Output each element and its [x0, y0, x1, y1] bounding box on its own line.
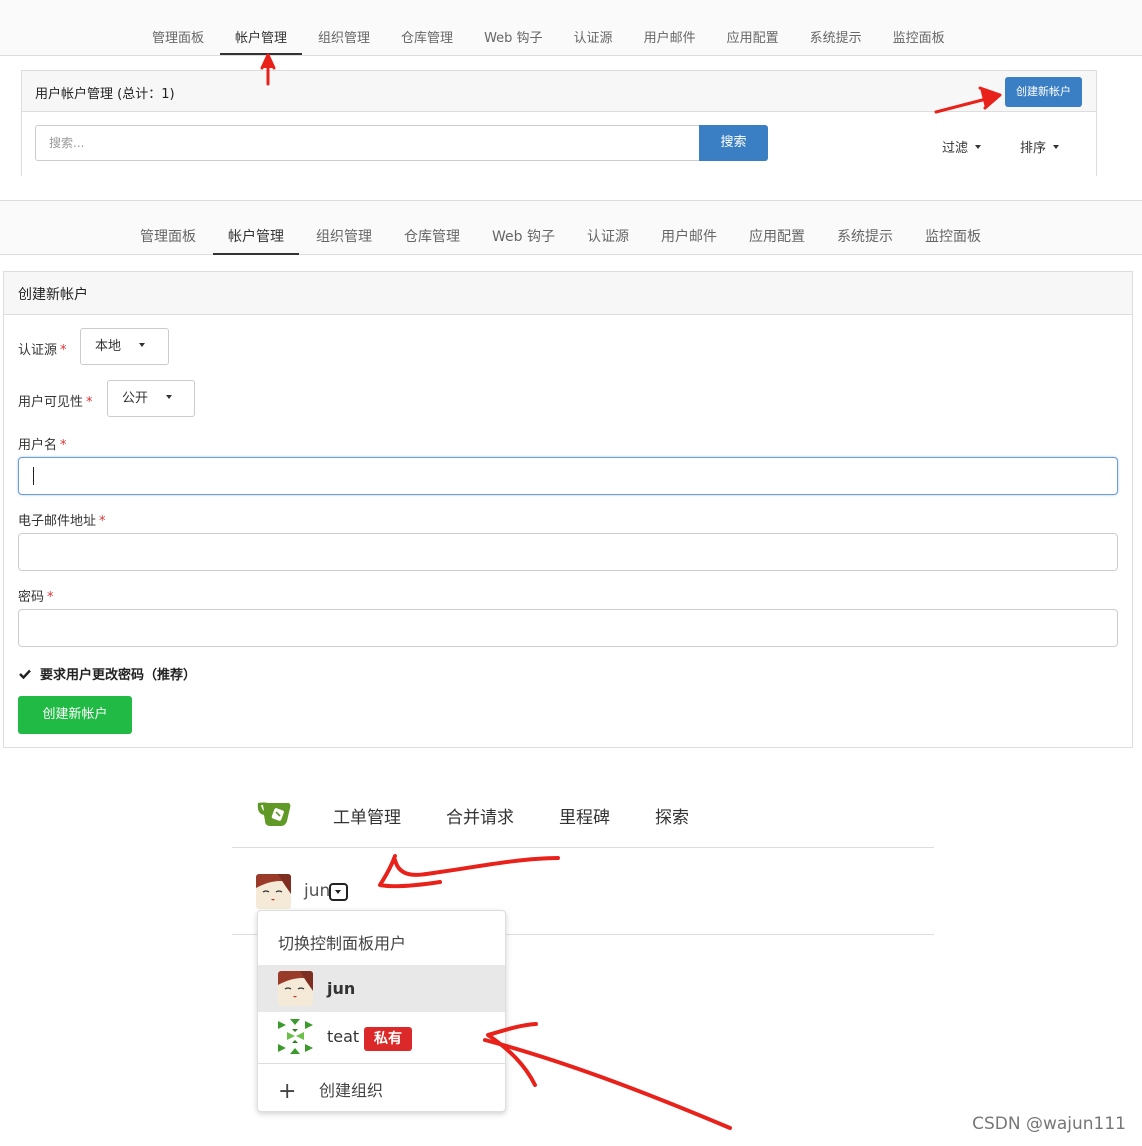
admin-nav-second: 管理面板 帐户管理 组织管理 仓库管理 Web 钩子 认证源 用户邮件 应用配置… — [0, 200, 1142, 255]
required-mark: * — [47, 590, 54, 605]
tab-dashboard[interactable]: 管理面板 — [152, 27, 204, 46]
visibility-label-text: 用户可见性 — [18, 395, 84, 410]
visibility-label: 用户可见性 * — [18, 391, 93, 410]
chevron-down-icon — [975, 145, 982, 149]
username-label: 用户名 * — [18, 434, 67, 453]
tab-accounts[interactable]: 帐户管理 — [213, 226, 299, 255]
must-change-password-label: 要求用户更改密码（推荐） — [40, 668, 197, 683]
watermark: CSDN @wajun111 — [972, 1114, 1126, 1134]
avatar-image — [278, 1019, 313, 1054]
checkmark-icon — [19, 669, 31, 680]
plus-icon: + — [278, 1079, 297, 1104]
avatar — [278, 1019, 313, 1054]
nav-issues[interactable]: 工单管理 — [333, 803, 401, 828]
annotation-scribble — [393, 856, 560, 877]
nav-explore[interactable]: 探索 — [655, 803, 689, 828]
avatar-image — [278, 971, 313, 1006]
annotation-scribble — [378, 854, 442, 889]
tab-webhooks[interactable]: Web 钩子 — [484, 27, 542, 46]
tab-app-config[interactable]: 应用配置 — [727, 27, 779, 46]
chevron-down-icon — [139, 343, 146, 347]
chevron-down-icon — [166, 395, 173, 399]
menu-item-user[interactable]: jun — [258, 965, 505, 1012]
email-label: 电子邮件地址 * — [18, 510, 106, 529]
account-list-panel: 用户帐户管理 (总计：1) 创建新帐户 搜索... 搜索 过滤 排序 — [21, 70, 1097, 176]
required-mark: * — [60, 343, 67, 358]
account-list-title: 用户帐户管理 (总计：1) — [35, 87, 175, 102]
menu-title: 切换控制面板用户 — [278, 934, 407, 953]
visibility-value: 公开 — [122, 391, 149, 406]
create-account-form: 创建新帐户 认证源 * 本地 用户可见性 * 公开 用户名 * 电子邮件地址 * 密码 *… — [3, 271, 1133, 748]
search-button[interactable]: 搜索 — [699, 125, 768, 161]
auth-source-label: 认证源 * — [18, 339, 67, 358]
auth-source-label-text: 认证源 — [18, 343, 58, 358]
submit-create-account-button[interactable]: 创建新帐户 — [18, 696, 132, 734]
private-badge: 私有 — [364, 1027, 412, 1051]
menu-divider — [258, 1063, 505, 1064]
tab-system-notices[interactable]: 系统提示 — [837, 226, 893, 246]
menu-item-org[interactable]: teat 私有 — [258, 1013, 505, 1060]
form-title: 创建新帐户 — [4, 272, 1132, 315]
password-label-text: 密码 — [18, 590, 45, 605]
required-mark: * — [99, 514, 106, 529]
tab-monitor[interactable]: 监控面板 — [925, 226, 981, 246]
tab-monitor[interactable]: 监控面板 — [893, 27, 945, 46]
admin-nav-top: 管理面板 帐户管理 组织管理 仓库管理 Web 钩子 认证源 用户邮件 应用配置… — [0, 0, 1142, 56]
sort-dropdown[interactable]: 排序 — [1020, 137, 1060, 156]
tab-user-emails[interactable]: 用户邮件 — [644, 27, 696, 46]
password-field[interactable] — [18, 609, 1118, 647]
annotation-arrowhead — [260, 53, 276, 70]
tab-auth-sources[interactable]: 认证源 — [587, 226, 629, 246]
gitea-logo-icon[interactable] — [256, 799, 294, 829]
sort-label: 排序 — [1020, 141, 1047, 156]
annotation-scribble — [483, 1038, 732, 1130]
must-change-password-checkbox[interactable]: 要求用户更改密码（推荐） — [18, 664, 196, 683]
text-cursor — [33, 467, 34, 485]
tab-organizations[interactable]: 组织管理 — [318, 27, 370, 46]
admin-tabs: 管理面板 帐户管理 组织管理 仓库管理 Web 钩子 认证源 用户邮件 应用配置… — [152, 27, 976, 55]
tab-organizations[interactable]: 组织管理 — [316, 226, 372, 246]
avatar — [278, 971, 313, 1006]
visibility-select[interactable]: 公开 — [107, 380, 195, 417]
email-label-text: 电子邮件地址 — [18, 514, 97, 529]
menu-item-name: jun — [327, 979, 356, 998]
tab-dashboard[interactable]: 管理面板 — [140, 226, 196, 246]
auth-source-value: 本地 — [95, 339, 122, 354]
tab-system-notices[interactable]: 系统提示 — [810, 27, 862, 46]
nav-milestones[interactable]: 里程碑 — [559, 803, 610, 828]
filter-label: 过滤 — [942, 141, 969, 156]
tab-app-config[interactable]: 应用配置 — [749, 226, 805, 246]
username-field[interactable] — [18, 457, 1118, 495]
menu-item-name: teat — [327, 1027, 360, 1046]
create-organization-item[interactable]: + 创建组织 — [278, 1077, 383, 1104]
create-organization-label: 创建组织 — [319, 1081, 384, 1100]
nav-pull-requests[interactable]: 合并请求 — [446, 803, 514, 828]
user-dropdown-caret-icon[interactable] — [329, 883, 348, 901]
context-switch-menu: 切换控制面板用户 jun teat 私有 + 创建组织 — [257, 910, 506, 1112]
email-field[interactable] — [18, 533, 1118, 571]
tab-accounts[interactable]: 帐户管理 — [220, 27, 303, 55]
tab-webhooks[interactable]: Web 钩子 — [492, 226, 555, 246]
avatar — [256, 874, 291, 909]
tab-user-emails[interactable]: 用户邮件 — [661, 226, 717, 246]
tab-repositories[interactable]: 仓库管理 — [404, 226, 460, 246]
password-label: 密码 * — [18, 586, 54, 605]
create-account-button[interactable]: 创建新帐户 — [1005, 77, 1082, 107]
required-mark: * — [60, 438, 67, 453]
search-input[interactable]: 搜索... — [35, 125, 700, 161]
main-nav: 工单管理 合并请求 里程碑 探索 — [333, 803, 734, 828]
chevron-down-icon — [1053, 145, 1060, 149]
admin-tabs: 管理面板 帐户管理 组织管理 仓库管理 Web 钩子 认证源 用户邮件 应用配置… — [140, 226, 1013, 255]
filter-dropdown[interactable]: 过滤 — [942, 137, 982, 156]
auth-source-select[interactable]: 本地 — [80, 328, 169, 365]
divider — [232, 847, 934, 848]
username-label-text: 用户名 — [18, 438, 58, 453]
avatar-image — [256, 874, 291, 909]
required-mark: * — [86, 395, 93, 410]
tab-auth-sources[interactable]: 认证源 — [574, 27, 613, 46]
current-user-name[interactable]: jun — [304, 881, 330, 901]
account-list-header: 用户帐户管理 (总计：1) 创建新帐户 — [22, 71, 1096, 112]
tab-repositories[interactable]: 仓库管理 — [401, 27, 453, 46]
